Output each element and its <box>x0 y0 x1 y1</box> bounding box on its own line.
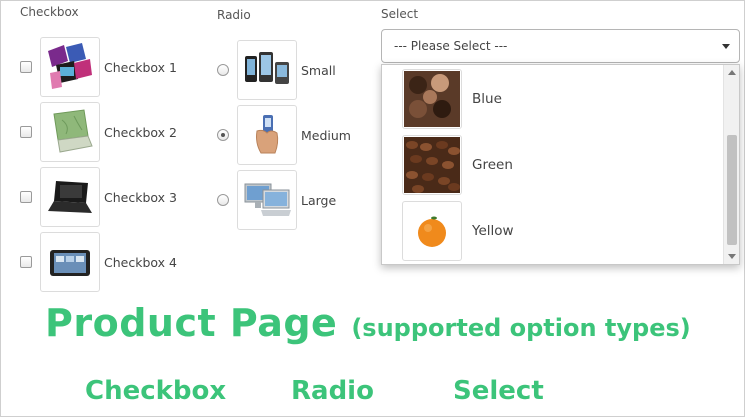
select-dropdown[interactable]: --- Please Select --- <box>381 29 740 63</box>
checkbox-option-3[interactable]: Checkbox 3 <box>20 167 177 227</box>
radio-small-label: Small <box>301 62 336 78</box>
select-option-blue-label: Blue <box>472 91 502 107</box>
laptops-collage-image <box>40 37 100 97</box>
promo-type-checkbox: Checkbox <box>85 376 227 406</box>
radio-large[interactable] <box>217 194 229 206</box>
checkbox-option-2[interactable]: Checkbox 2 <box>20 102 177 162</box>
checkbox-group-label: Checkbox <box>20 5 79 19</box>
select-options-list[interactable]: Blue Green Yellow <box>381 64 740 265</box>
radio-medium[interactable] <box>217 129 229 141</box>
radio-option-medium[interactable]: Medium <box>217 105 351 165</box>
checkbox-option-1[interactable]: Checkbox 1 <box>20 37 177 97</box>
scrollbar-thumb[interactable] <box>727 135 737 245</box>
radio-medium-label: Medium <box>301 127 351 143</box>
black-laptop-image <box>40 167 100 227</box>
select-option-blue[interactable]: Blue <box>402 69 502 129</box>
chocolates-box-image <box>402 69 462 129</box>
select-option-green[interactable]: Green <box>402 135 513 195</box>
checkbox-1-label: Checkbox 1 <box>104 59 177 75</box>
select-option-yellow[interactable]: Yellow <box>402 201 514 261</box>
select-option-green-label: Green <box>472 157 513 173</box>
radio-large-label: Large <box>301 192 337 208</box>
checkbox-3-label: Checkbox 3 <box>104 189 177 205</box>
checkbox-2-label: Checkbox 2 <box>104 124 177 140</box>
checkbox-option-4[interactable]: Checkbox 4 <box>20 232 177 292</box>
promo-type-select: Select <box>453 376 544 406</box>
checkbox-4-label: Checkbox 4 <box>104 254 177 270</box>
dropdown-scrollbar[interactable] <box>723 65 739 264</box>
hand-holding-phone-image <box>237 105 297 165</box>
orange-image <box>402 201 462 261</box>
computers-image <box>237 170 297 230</box>
promo-type-radio: Radio <box>291 376 374 406</box>
checkbox-2[interactable] <box>20 126 32 138</box>
select-selected-value: --- Please Select --- <box>394 39 508 53</box>
select-group-label: Select <box>381 7 419 21</box>
radio-small[interactable] <box>217 64 229 76</box>
radio-option-small[interactable]: Small <box>217 40 336 100</box>
radio-option-large[interactable]: Large <box>217 170 336 230</box>
green-laptop-image <box>40 102 100 162</box>
promo-subtitle: (supported option types) <box>351 314 691 342</box>
radio-group-label: Radio <box>217 8 251 22</box>
coffee-beans-image <box>402 135 462 195</box>
promo-title: Product Page <box>45 301 338 345</box>
tablet-image <box>40 232 100 292</box>
promo-heading: Product Page (supported option types) <box>45 301 691 345</box>
phones-image <box>237 40 297 100</box>
select-option-yellow-label: Yellow <box>472 223 514 239</box>
checkbox-4[interactable] <box>20 256 32 268</box>
checkbox-3[interactable] <box>20 191 32 203</box>
scroll-up-arrow-icon[interactable] <box>728 70 736 75</box>
chevron-down-icon[interactable] <box>722 44 730 49</box>
checkbox-1[interactable] <box>20 61 32 73</box>
scroll-down-arrow-icon[interactable] <box>728 254 736 259</box>
